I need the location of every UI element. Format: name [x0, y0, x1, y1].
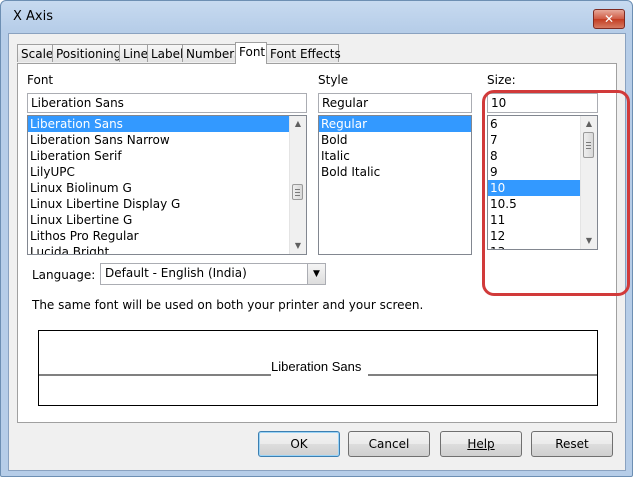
tab-numbers[interactable]: Numbers [182, 44, 240, 62]
list-item[interactable]: Bold Italic [319, 164, 471, 180]
font-list[interactable]: Liberation Sans Liberation Sans Narrow L… [27, 115, 307, 255]
font-list-scrollbar[interactable]: ▲ ▼ [289, 116, 306, 254]
close-button[interactable]: ✕ [593, 9, 625, 29]
grip-icon [586, 148, 591, 149]
title-bar[interactable]: X Axis ✕ [1, 1, 632, 33]
style-input[interactable]: Regular [318, 93, 472, 113]
list-item[interactable]: Liberation Sans [28, 116, 306, 132]
list-item[interactable]: Liberation Serif [28, 148, 306, 164]
help-button[interactable]: Help [440, 431, 522, 457]
tab-label[interactable]: Label [147, 44, 183, 62]
tab-scale[interactable]: Scale [17, 44, 53, 62]
list-item[interactable]: Lithos Pro Regular [28, 228, 306, 244]
language-value: Default - English (India) [105, 266, 247, 280]
chevron-down-icon[interactable]: ▼ [307, 264, 325, 284]
dialog-window: X Axis ✕ Scale Positioning Line Label Nu… [0, 0, 633, 477]
list-item[interactable]: Regular [319, 116, 471, 132]
tab-line[interactable]: Line [119, 44, 148, 62]
size-list-scrollbar[interactable]: ▲ ▼ [580, 116, 597, 249]
scroll-thumb[interactable] [292, 184, 303, 200]
style-list[interactable]: Regular Bold Italic Bold Italic [318, 115, 472, 255]
size-list[interactable]: 6 7 8 9 10 10.5 11 12 13 ▲ ▼ [487, 115, 598, 250]
scroll-up-icon[interactable]: ▲ [290, 116, 306, 132]
language-select[interactable]: Default - English (India) ▼ [100, 263, 326, 285]
size-input[interactable]: 10 [487, 93, 598, 113]
tab-font-effects[interactable]: Font Effects [266, 44, 341, 62]
grip-icon [586, 145, 591, 146]
size-label: Size: [487, 73, 516, 87]
tab-positioning[interactable]: Positioning [52, 44, 121, 62]
close-icon: ✕ [603, 12, 615, 26]
grip-icon [295, 192, 300, 193]
list-item[interactable]: Bold [319, 132, 471, 148]
font-notice-text: The same font will be used on both your … [32, 298, 424, 312]
reset-label: Reset [555, 437, 589, 451]
font-label: Font [27, 73, 54, 87]
scroll-down-icon[interactable]: ▼ [290, 238, 306, 254]
list-item[interactable]: Linux Libertine G [28, 212, 306, 228]
scroll-up-icon[interactable]: ▲ [581, 116, 597, 132]
list-item[interactable]: Linux Libertine Display G [28, 196, 306, 212]
ok-button[interactable]: OK [258, 431, 340, 457]
list-item[interactable]: Linux Biolinum G [28, 180, 306, 196]
preview-text: Liberation Sans [271, 359, 362, 374]
list-item[interactable]: Liberation Sans Narrow [28, 132, 306, 148]
grip-icon [295, 195, 300, 196]
scroll-down-icon[interactable]: ▼ [581, 233, 597, 249]
dialog-client-area: Scale Positioning Line Label Numbers Fon… [8, 33, 630, 471]
font-tab-panel: Font Liberation Sans Liberation Sans Lib… [17, 63, 630, 423]
list-item[interactable]: LilyUPC [28, 164, 306, 180]
scroll-thumb[interactable] [583, 132, 594, 158]
reset-button[interactable]: Reset [531, 431, 613, 457]
window-title: X Axis [13, 9, 54, 24]
list-item[interactable]: Italic [319, 148, 471, 164]
font-preview: Liberation Sans [38, 330, 598, 406]
style-label: Style [318, 73, 349, 87]
font-name-input[interactable]: Liberation Sans [27, 93, 307, 113]
grip-icon [586, 142, 591, 143]
list-item[interactable]: Lucida Bright [28, 244, 306, 254]
tab-font[interactable]: Font [235, 42, 267, 64]
help-label: Help [467, 437, 495, 451]
language-label: Language: [32, 268, 96, 282]
grip-icon [295, 189, 300, 190]
cancel-button[interactable]: Cancel [348, 431, 430, 457]
